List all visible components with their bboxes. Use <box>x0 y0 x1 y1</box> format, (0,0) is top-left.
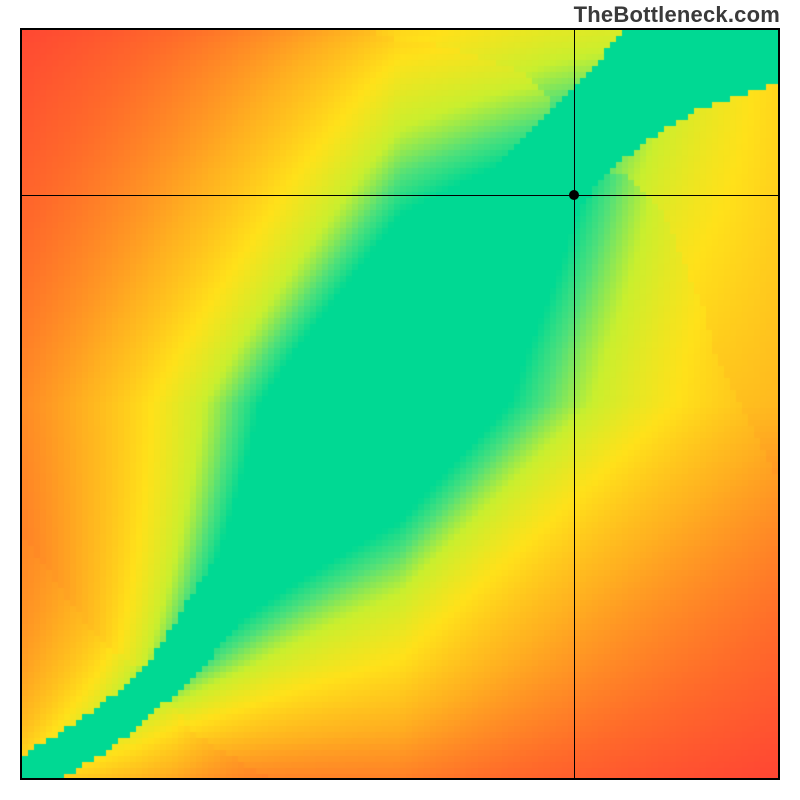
watermark-text: TheBottleneck.com <box>574 2 780 28</box>
marker-dot <box>569 190 579 200</box>
bottleneck-heatmap <box>22 30 778 778</box>
crosshair-vertical <box>574 30 575 778</box>
crosshair-horizontal <box>22 195 778 196</box>
chart-container: TheBottleneck.com <box>0 0 800 800</box>
